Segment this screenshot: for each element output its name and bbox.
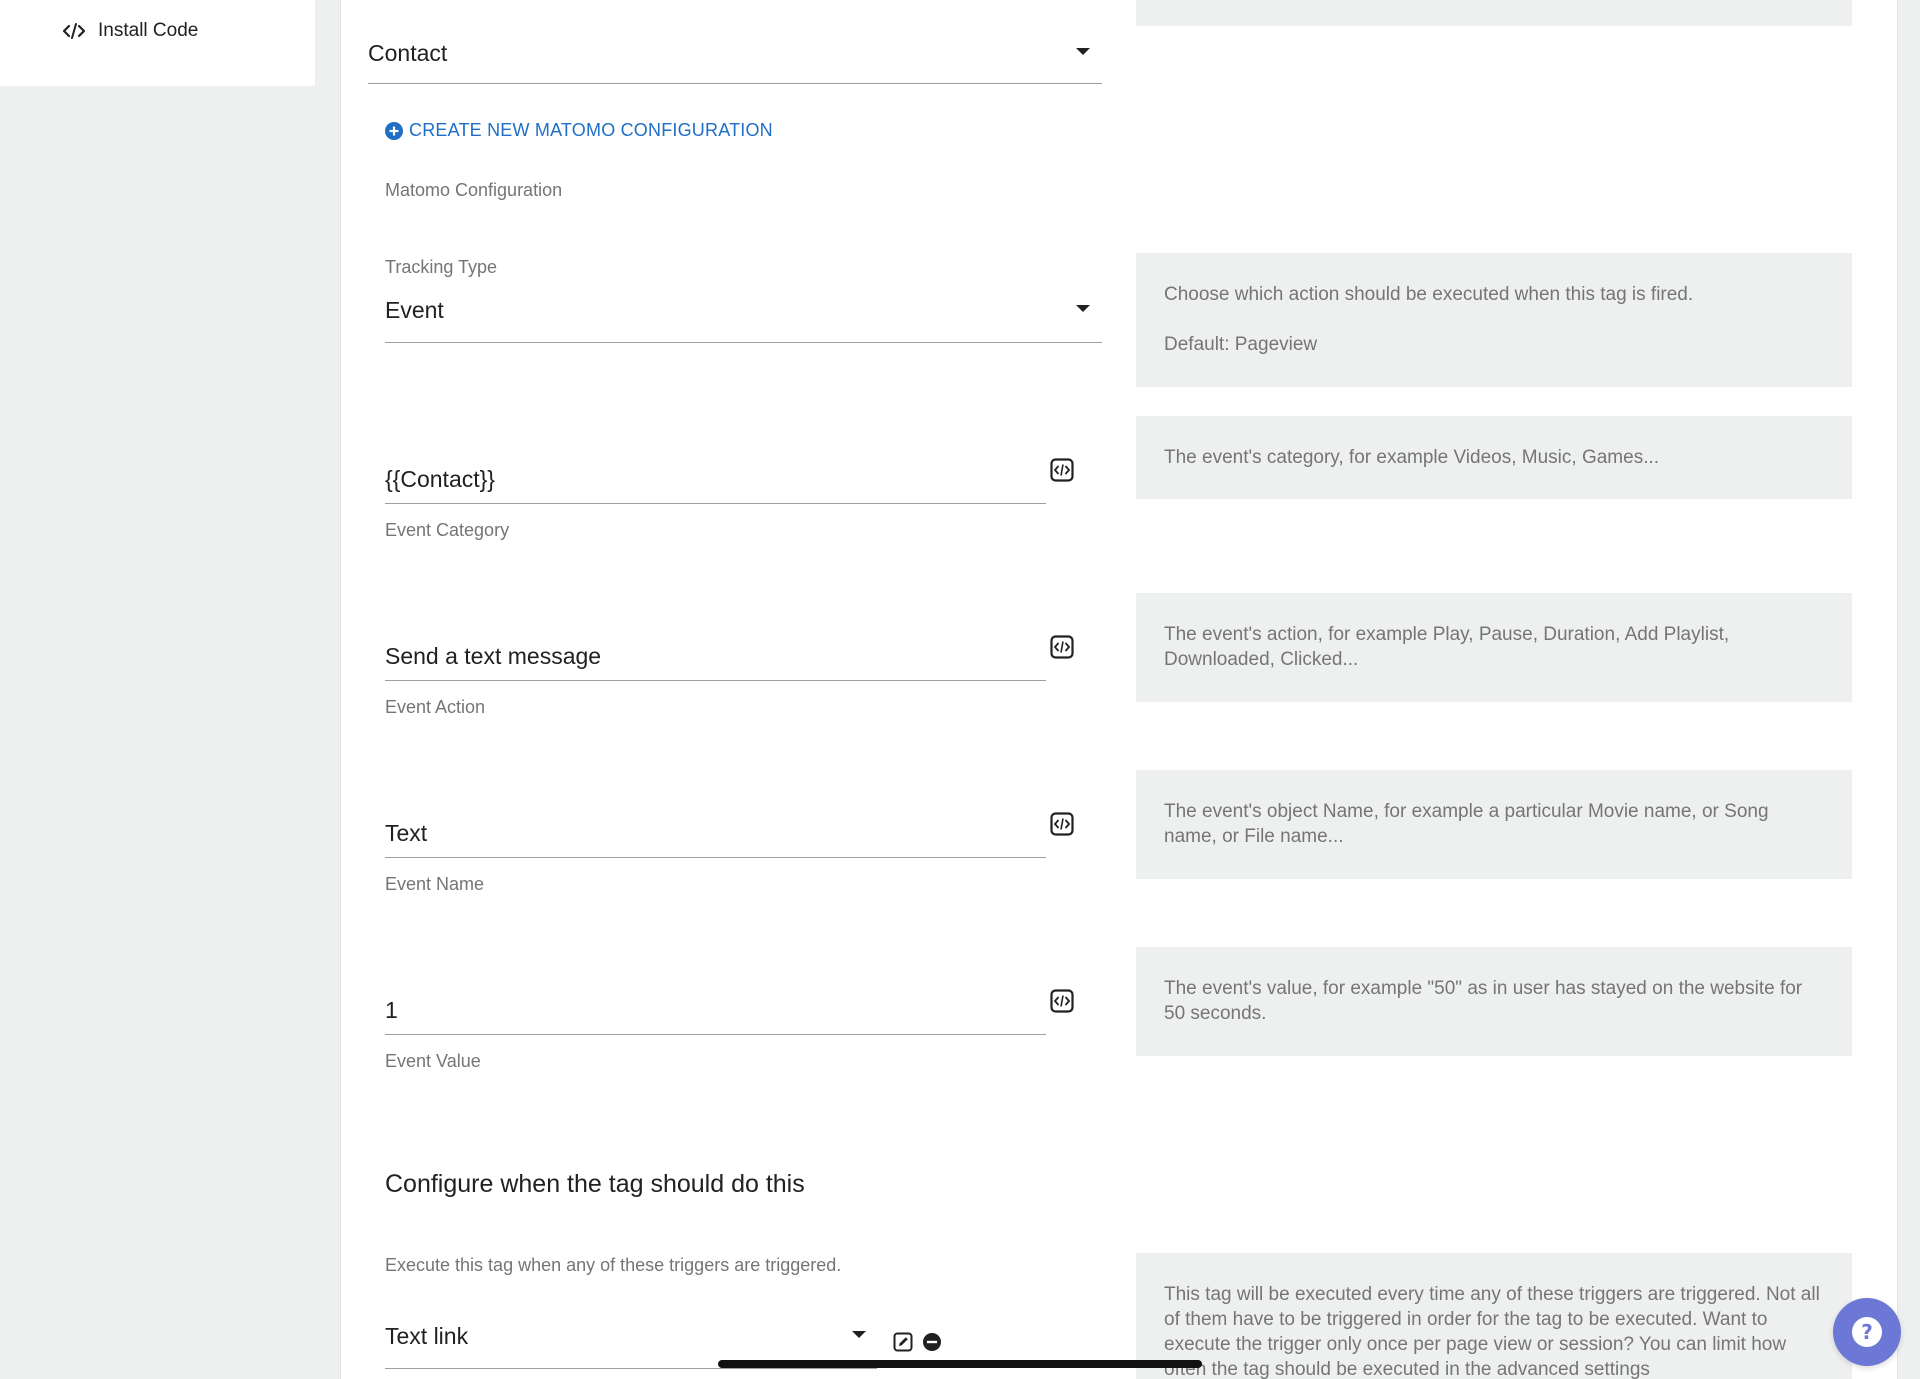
question-mark-icon: ? [1852,1317,1882,1347]
help-text: This tag will be executed every time any… [1164,1284,1820,1379]
event-category-label: Event Category [385,520,510,540]
sidebar-item-label: Install Code [98,20,199,41]
matomo-config-label: Matomo Configuration [385,180,563,200]
event-value-help: The event's value, for example "50" as i… [1136,947,1852,1056]
event-category-input[interactable] [385,456,1046,504]
tracking-type-label: Tracking Type [385,257,498,277]
triggers-heading: Configure when the tag should do this [385,1170,805,1198]
help-text: The event's category, for example Videos… [1164,447,1660,468]
help-text: Default: Pageview [1164,334,1318,355]
plus-circle-icon [385,121,403,140]
create-matomo-config-link[interactable]: CREATE NEW MATOMO CONFIGURATION [385,120,773,141]
chevron-down-icon [852,1331,866,1338]
help-text: The event's object Name, for example a p… [1164,801,1769,847]
event-name-label: Event Name [385,874,485,894]
chevron-down-icon [1076,48,1090,55]
help-text: Choose which action should be executed w… [1164,284,1694,305]
home-indicator [718,1360,1202,1368]
help-box-top [1136,0,1852,26]
event-category-help: The event's category, for example Videos… [1136,416,1852,499]
event-name-input[interactable] [385,810,1046,858]
help-button[interactable]: ? [1833,1298,1901,1366]
create-link-label: CREATE NEW MATOMO CONFIGURATION [409,120,773,140]
variable-select-icon[interactable] [1050,812,1074,836]
event-value-label: Event Value [385,1051,481,1071]
event-value-input[interactable] [385,987,1046,1035]
remove-icon[interactable] [922,1332,942,1352]
chevron-down-icon [1076,305,1090,312]
matomo-config-select[interactable]: Contact [368,38,1102,84]
event-action-help: The event's action, for example Play, Pa… [1136,593,1852,702]
variable-select-icon[interactable] [1050,989,1074,1013]
help-text: The event's value, for example "50" as i… [1164,978,1803,1024]
variable-select-icon[interactable] [1050,458,1074,482]
triggers-help: This tag will be executed every time any… [1136,1253,1852,1379]
tracking-type-select[interactable]: Event [385,295,1102,343]
triggers-description: Execute this tag when any of these trigg… [385,1255,842,1275]
variable-select-icon[interactable] [1050,635,1074,659]
sidebar-item-install-code[interactable]: Install Code [62,16,198,46]
event-action-input[interactable] [385,633,1046,681]
tracking-type-help: Choose which action should be executed w… [1136,253,1852,387]
edit-icon[interactable] [893,1332,913,1352]
select-value: Text link [385,1323,469,1349]
sidebar: Install Code [0,0,315,86]
event-action-label: Event Action [385,697,486,717]
select-value: Event [385,297,444,323]
help-text: The event's action, for example Play, Pa… [1164,624,1730,670]
select-value: Contact [368,40,448,66]
event-name-help: The event's object Name, for example a p… [1136,770,1852,879]
code-icon [62,23,86,39]
